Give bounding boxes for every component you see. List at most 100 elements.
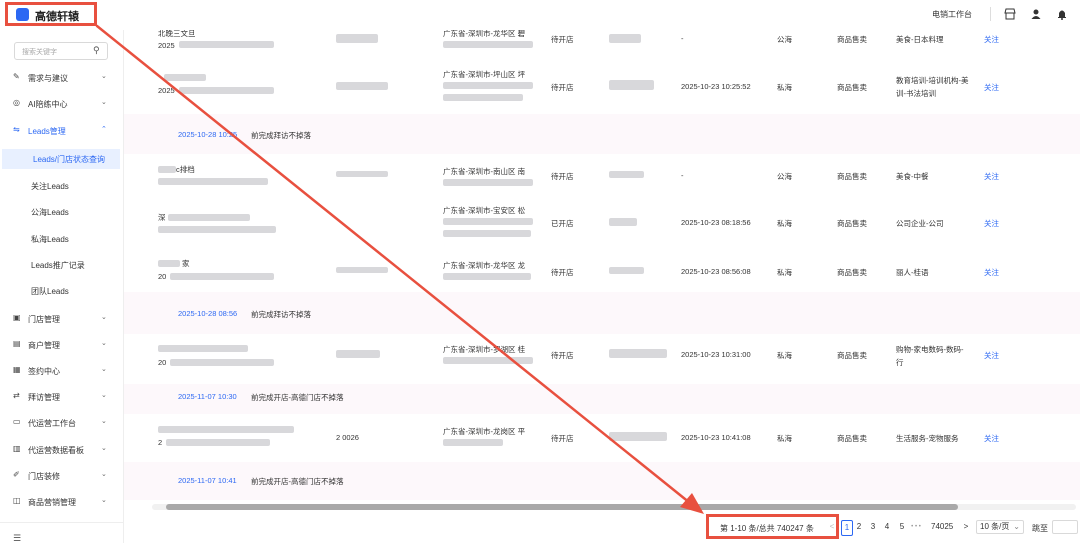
scrollbar-thumb[interactable]: [166, 504, 958, 510]
store-name: 北晚三文旦: [158, 30, 196, 38]
goods-icon: ◫: [13, 496, 21, 505]
redacted: [158, 178, 268, 185]
assign-time: 2025-10-23 08:56:08: [681, 267, 751, 276]
sidebar-item-store-mgmt[interactable]: ▣ 门店管理 ⌄: [0, 309, 122, 329]
store-status: 待开店: [551, 83, 574, 92]
redacted: [179, 41, 274, 48]
bell-icon[interactable]: [1056, 8, 1068, 20]
assign-time: -: [681, 171, 684, 180]
store-status: 待开店: [551, 35, 574, 44]
next-page-button[interactable]: >: [961, 520, 971, 534]
search-icon[interactable]: ⚲: [93, 45, 100, 56]
deadline-desc: 前完成开店-高德门店不掉落: [251, 477, 344, 486]
store-status: 待开店: [551, 434, 574, 443]
table-row: 2 2 0026 广东省-深圳市-龙岗区 平 待开店 2025-10-23 10…: [124, 414, 1080, 463]
table-row: 家 20 广东省-深圳市-龙华区 龙 待开店 2025-10-23 08:56:…: [124, 248, 1080, 293]
sidebar-item-goods-marketing[interactable]: ◫ 商品营销管理 ⌄: [0, 492, 122, 512]
page-size-select[interactable]: 10 条/页 ⌄: [976, 520, 1024, 534]
workbench-switch[interactable]: 电销工作台: [932, 9, 972, 20]
category: 丽人-桂语: [896, 268, 929, 277]
deadline-time: 2025-11-07 10:30: [178, 392, 237, 401]
app-logo-text: 高德轩辕: [35, 11, 79, 23]
menu-collapse-icon[interactable]: ☰: [13, 533, 21, 544]
sidebar-item-leads-promotion[interactable]: Leads推广记录: [0, 255, 122, 275]
chevron-down-icon: ⌄: [1013, 522, 1020, 531]
pagination-ellipsis[interactable]: • • •: [911, 520, 921, 534]
dashboard-icon: ▥: [13, 444, 21, 453]
deadline-desc: 前完成拜访不掉落: [251, 310, 311, 319]
store-region: 广东省-深圳市-南山区 南: [443, 167, 526, 176]
category: 公司企业-公司: [896, 219, 944, 228]
table-row: 北晚三文旦 2025 广东省-深圳市-龙华区 碧 待开店 - 公海 商品售卖 美…: [124, 30, 1080, 59]
sidebar-item-team-leads[interactable]: 团队Leads: [0, 281, 122, 301]
table-row: 20 广东省-深圳市-罗湖区 桂 待开店 2025-10-23 10:31:00…: [124, 334, 1080, 385]
assign-time: -: [681, 34, 684, 43]
sea-type: 私海: [777, 83, 792, 92]
sidebar-item-label: 公海Leads: [31, 208, 69, 217]
sidebar-item-store-decor[interactable]: ✐ 门店装修 ⌄: [0, 466, 122, 486]
store-status: 已开店: [551, 219, 574, 228]
redacted: [336, 350, 380, 358]
chevron-down-icon: ⌄: [101, 392, 107, 399]
page-size-value: 10 条/页: [980, 522, 1010, 531]
jump-page-input[interactable]: [1052, 520, 1078, 534]
deadline-desc: 前完成拜访不掉落: [251, 131, 311, 140]
ai-icon: ◎: [13, 98, 20, 107]
deadline-time: 2025-10-28 10:25: [178, 130, 238, 139]
redacted: [609, 432, 667, 441]
chevron-down-icon: ⌄: [101, 418, 107, 425]
sidebar-item-feedback[interactable]: ✎ 需求与建议 ⌄: [0, 68, 122, 88]
contract-icon: ▦: [13, 365, 21, 374]
user-icon[interactable]: [1030, 8, 1042, 20]
merchant-icon: ▤: [13, 339, 21, 348]
store-name: 家: [182, 259, 190, 268]
page-2[interactable]: 2: [854, 520, 864, 534]
sidebar-item-followed-leads[interactable]: 关注Leads: [0, 176, 122, 196]
assign-time: 2025-10-23 10:41:08: [681, 433, 751, 442]
redacted: [609, 34, 641, 43]
redacted: [158, 166, 176, 173]
jump-label: 跳至: [1032, 524, 1048, 533]
follow-link[interactable]: 关注: [984, 34, 999, 45]
follow-link[interactable]: 关注: [984, 171, 999, 182]
sidebar-item-ops-desk[interactable]: ▭ 代运营工作台 ⌄: [0, 413, 122, 433]
sidebar-item-leads[interactable]: ⇋ Leads管理 ⌃: [0, 121, 122, 141]
assign-time: 2025-10-23 10:31:00: [681, 350, 751, 359]
redacted: [443, 41, 533, 48]
sidebar-item-ops-dashboard[interactable]: ▥ 代运营数据看板 ⌄: [0, 440, 122, 460]
sidebar-item-label: 关注Leads: [31, 182, 69, 191]
follow-link[interactable]: 关注: [984, 433, 999, 444]
deadline-desc: 前完成开店-高德门店不掉落: [251, 393, 344, 402]
follow-link[interactable]: 关注: [984, 82, 999, 93]
follow-link[interactable]: 关注: [984, 267, 999, 278]
page-1[interactable]: 1: [841, 520, 853, 536]
redacted: [158, 260, 180, 267]
sidebar-item-contract[interactable]: ▦ 签约中心 ⌄: [0, 361, 122, 381]
sidebar-item-private-leads[interactable]: 私海Leads: [0, 229, 122, 249]
page-last[interactable]: 74025: [931, 520, 953, 534]
sidebar-item-ai[interactable]: ◎ AI陪练中心 ⌄: [0, 94, 122, 114]
chevron-down-icon: ⌄: [101, 99, 107, 106]
sidebar-item-public-leads[interactable]: 公海Leads: [0, 202, 122, 222]
redacted: [170, 359, 274, 366]
store-icon[interactable]: [1004, 8, 1016, 20]
store-region: 广东省-深圳市-龙华区 龙: [443, 261, 526, 270]
follow-link[interactable]: 关注: [984, 350, 999, 361]
biz-type: 商品售卖: [837, 219, 867, 228]
sidebar-item-label: 代运营数据看板: [28, 446, 84, 455]
leads-icon: ⇋: [13, 125, 20, 134]
sidebar-item-visit[interactable]: ⇄ 拜访管理 ⌄: [0, 387, 122, 407]
page-3[interactable]: 3: [868, 520, 878, 534]
follow-link[interactable]: 关注: [984, 218, 999, 229]
redacted: [170, 273, 274, 280]
divider: [0, 522, 123, 523]
page-4[interactable]: 4: [882, 520, 892, 534]
sidebar-item-leads-status[interactable]: Leads/门店状态查询: [2, 149, 120, 169]
prev-page-button[interactable]: <: [827, 520, 837, 534]
redacted: [336, 34, 378, 43]
sidebar-search-input[interactable]: 搜索关键字 ⚲: [14, 42, 108, 60]
redacted: [336, 82, 388, 90]
sidebar-item-merchant-mgmt[interactable]: ▤ 商户管理 ⌄: [0, 335, 122, 355]
page-5[interactable]: 5: [897, 520, 907, 534]
deadline-time: 2025-10-28 08:56: [178, 309, 238, 318]
